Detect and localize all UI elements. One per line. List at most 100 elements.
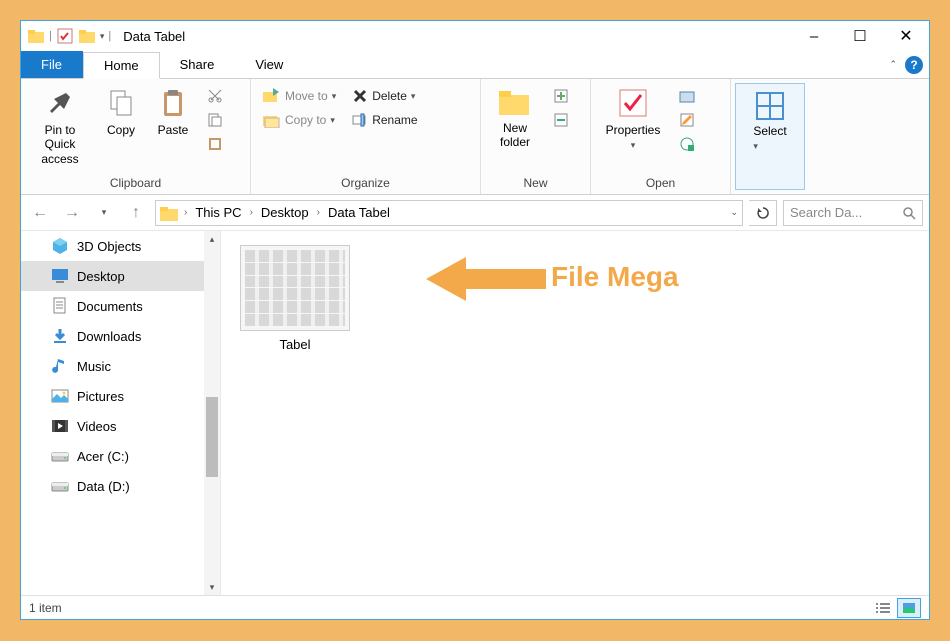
new-folder-quick-icon[interactable] <box>78 27 96 45</box>
crumb-folder[interactable]: Data Tabel <box>326 205 392 220</box>
sidebar-item-music[interactable]: Music <box>21 351 204 381</box>
file-item-tabel[interactable]: Tabel <box>235 245 355 352</box>
scroll-down-icon[interactable]: ▾ <box>204 579 220 595</box>
rename-button[interactable]: Rename <box>348 109 421 131</box>
easy-access-button[interactable] <box>549 109 573 131</box>
move-to-icon <box>263 88 281 104</box>
forward-button[interactable]: → <box>59 200 85 226</box>
new-item-button[interactable] <box>549 85 573 107</box>
recent-locations-button[interactable]: ▾ <box>91 200 117 226</box>
properties-icon[interactable] <box>56 27 74 45</box>
select-button[interactable]: Select▾ <box>738 86 802 158</box>
crumb-thispc[interactable]: This PC <box>193 205 243 220</box>
statusbar: 1 item <box>21 595 929 619</box>
minimize-button[interactable]: – <box>791 21 837 51</box>
properties-button[interactable]: Properties▾ <box>597 83 669 156</box>
search-placeholder: Search Da... <box>790 205 862 220</box>
address-history-icon[interactable]: ⌄ <box>730 207 738 218</box>
drive-icon <box>51 477 69 495</box>
thumbnails-view-button[interactable] <box>897 598 921 618</box>
new-item-icon <box>553 88 569 104</box>
cut-button[interactable] <box>203 85 227 107</box>
scissors-icon <box>207 88 223 104</box>
group-select: Select▾ <box>735 83 805 190</box>
paste-button[interactable]: Paste <box>149 83 197 141</box>
easy-access-icon <box>553 112 569 128</box>
tab-share[interactable]: Share <box>160 51 236 78</box>
window-title: Data Tabel <box>117 29 185 44</box>
tab-view[interactable]: View <box>235 51 304 78</box>
paste-shortcut-button[interactable] <box>203 133 227 155</box>
organize-label: Organize <box>251 174 480 194</box>
collapse-ribbon-icon[interactable]: ⌃ <box>889 59 897 70</box>
up-button[interactable]: ↑ <box>123 200 149 226</box>
move-to-button[interactable]: Move to▾ <box>259 85 340 107</box>
desktop-icon <box>51 267 69 285</box>
drive-icon <box>51 447 69 465</box>
back-button[interactable]: ← <box>27 200 53 226</box>
pin-to-quick-access-button[interactable]: Pin to Quick access <box>27 83 93 170</box>
copy-path-icon <box>207 112 223 128</box>
music-icon <box>51 357 69 375</box>
search-input[interactable]: Search Da... <box>783 200 923 226</box>
sidebar-item-documents[interactable]: Documents <box>21 291 204 321</box>
paste-icon <box>157 87 189 119</box>
history-button[interactable] <box>675 133 699 155</box>
refresh-button[interactable] <box>749 200 777 226</box>
maximize-button[interactable]: ☐ <box>837 21 883 51</box>
sidebar-item-videos[interactable]: Videos <box>21 411 204 441</box>
group-new: New folder New <box>481 79 591 194</box>
open-extra <box>673 83 701 157</box>
edit-button[interactable] <box>675 109 699 131</box>
qat-separator-2: | <box>108 30 111 42</box>
open-button[interactable] <box>675 85 699 107</box>
group-open: Properties▾ Open <box>591 79 731 194</box>
sidebar-item-downloads[interactable]: Downloads <box>21 321 204 351</box>
copy-icon <box>105 87 137 119</box>
open-label: Open <box>591 174 730 194</box>
properties-check-icon <box>617 87 649 119</box>
search-icon <box>902 206 916 220</box>
sidebar-item-pictures[interactable]: Pictures <box>21 381 204 411</box>
scroll-thumb[interactable] <box>206 397 218 477</box>
sidebar-item-desktop[interactable]: Desktop <box>21 261 204 291</box>
copy-to-button[interactable]: Copy to▾ <box>259 109 340 131</box>
quick-access-toolbar: | ▾ | <box>21 27 117 45</box>
scroll-up-icon[interactable]: ▴ <box>204 231 220 247</box>
folder-icon <box>160 205 178 221</box>
sidebar-item-drive-d[interactable]: Data (D:) <box>21 471 204 501</box>
copy-path-button[interactable] <box>203 109 227 131</box>
delete-button[interactable]: Delete▾ <box>348 85 421 107</box>
close-button[interactable]: ✕ <box>883 21 929 51</box>
folder-content[interactable]: Tabel File Mega <box>221 231 929 595</box>
new-folder-button[interactable]: New folder <box>487 83 543 154</box>
main-area: 3D Objects Desktop Documents Downloads M… <box>21 231 929 595</box>
sidebar-item-3d-objects[interactable]: 3D Objects <box>21 231 204 261</box>
copy-button[interactable]: Copy <box>97 83 145 141</box>
select-icon <box>756 92 784 120</box>
help-icon[interactable]: ? <box>905 56 923 74</box>
delete-icon <box>352 88 368 104</box>
pin-icon <box>44 87 76 119</box>
history-icon <box>679 136 695 152</box>
crumb-desktop[interactable]: Desktop <box>259 205 311 220</box>
sidebar-item-drive-c[interactable]: Acer (C:) <box>21 441 204 471</box>
new-folder-icon <box>497 87 533 117</box>
tab-home[interactable]: Home <box>83 52 160 79</box>
annotation-text: File Mega <box>551 261 679 293</box>
nav-scrollbar[interactable]: ▴ ▾ <box>204 231 220 595</box>
refresh-icon <box>756 206 770 220</box>
tab-file[interactable]: File <box>21 51 83 78</box>
paste-shortcut-icon <box>207 136 223 152</box>
new-label: New <box>481 174 590 194</box>
qat-dropdown-icon[interactable]: ▾ <box>100 31 105 42</box>
menubar: File Home Share View ⌃ ? <box>21 51 929 79</box>
new-extra <box>547 83 575 133</box>
folder-icon <box>27 27 45 45</box>
address-path[interactable]: › This PC › Desktop › Data Tabel ⌄ <box>155 200 743 226</box>
copy-to-icon <box>263 112 281 128</box>
details-view-button[interactable] <box>871 598 895 618</box>
edit-icon <box>679 112 695 128</box>
item-count: 1 item <box>29 601 62 615</box>
group-clipboard: Pin to Quick access Copy Paste Clipboard <box>21 79 251 194</box>
